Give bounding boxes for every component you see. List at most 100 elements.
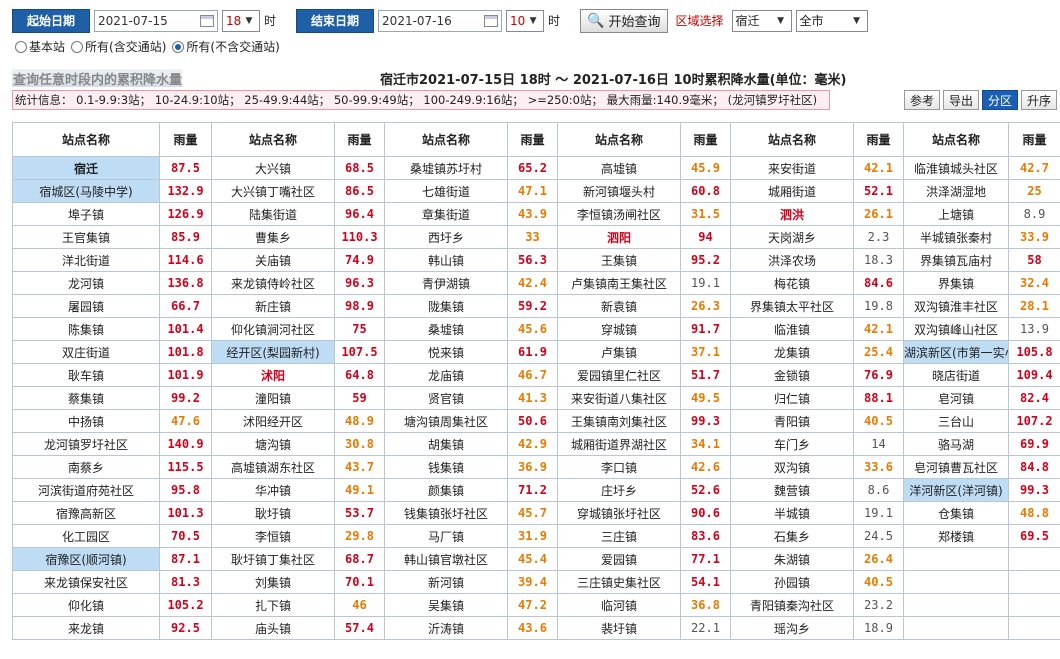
station-name-cell[interactable]: 临淮镇 xyxy=(730,317,854,341)
station-name-cell[interactable]: 章集街道 xyxy=(384,202,508,226)
station-name-cell[interactable]: 南蔡乡 xyxy=(12,455,160,479)
station-name-cell[interactable]: 三庄镇 xyxy=(557,524,681,548)
station-name-cell[interactable]: 孙园镇 xyxy=(730,570,854,594)
calendar-icon[interactable] xyxy=(484,14,499,27)
station-name-cell[interactable]: 庙头镇 xyxy=(211,616,335,640)
station-name-cell[interactable]: 穿城镇 xyxy=(557,317,681,341)
station-name-cell[interactable]: 裴圩镇 xyxy=(557,616,681,640)
zone-button[interactable]: 分区 xyxy=(981,90,1018,110)
station-name-cell[interactable]: 洪泽农场 xyxy=(730,248,854,272)
station-name-cell[interactable]: 化工园区 xyxy=(12,524,160,548)
station-name-cell[interactable]: 仰化镇 xyxy=(12,593,160,617)
station-name-cell[interactable]: 半城镇张秦村 xyxy=(903,225,1009,249)
station-name-cell[interactable]: 泗阳 xyxy=(557,225,681,249)
station-name-cell[interactable]: 双沟镇峰山社区 xyxy=(903,317,1009,341)
station-name-cell[interactable]: 归仁镇 xyxy=(730,386,854,410)
station-name-cell[interactable]: 钱集镇 xyxy=(384,455,508,479)
station-name-cell[interactable]: 皂河镇曹瓦社区 xyxy=(903,455,1009,479)
station-name-cell[interactable]: 卢集镇 xyxy=(557,340,681,364)
station-name-cell[interactable]: 胡集镇 xyxy=(384,432,508,456)
station-name-cell[interactable]: 陆集街道 xyxy=(211,202,335,226)
station-name-cell[interactable]: 梅花镇 xyxy=(730,271,854,295)
station-name-cell[interactable]: 曹集乡 xyxy=(211,225,335,249)
station-name-cell[interactable]: 蔡集镇 xyxy=(12,386,160,410)
station-name-cell[interactable]: 王官集镇 xyxy=(12,225,160,249)
station-name-cell[interactable]: 临河镇 xyxy=(557,593,681,617)
station-name-cell[interactable]: 西圩乡 xyxy=(384,225,508,249)
station-name-cell[interactable]: 双沟镇淮丰社区 xyxy=(903,294,1009,318)
station-name-cell[interactable]: 沂涛镇 xyxy=(384,616,508,640)
station-name-cell[interactable]: 宿城区(马陵中学) xyxy=(12,179,160,203)
station-name-cell[interactable]: 城厢街道 xyxy=(730,179,854,203)
station-name-cell[interactable]: 卢集镇南王集社区 xyxy=(557,271,681,295)
station-name-cell[interactable]: 车门乡 xyxy=(730,432,854,456)
station-name-cell[interactable]: 界集镇瓦庙村 xyxy=(903,248,1009,272)
station-name-cell[interactable]: 吴集镇 xyxy=(384,593,508,617)
station-name-cell[interactable]: 塘沟镇 xyxy=(211,432,335,456)
ascending-button[interactable]: 升序 xyxy=(1020,90,1057,110)
station-name-cell[interactable]: 贤官镇 xyxy=(384,386,508,410)
station-name-cell[interactable]: 仰化镇涧河社区 xyxy=(211,317,335,341)
station-name-cell[interactable]: 韩山镇官墩社区 xyxy=(384,547,508,571)
column-header-station[interactable]: 站点名称 xyxy=(557,122,681,157)
station-name-cell[interactable]: 朱湖镇 xyxy=(730,547,854,571)
start-date-input[interactable]: 2021-07-15 xyxy=(94,9,219,32)
station-name-cell[interactable]: 新河镇 xyxy=(384,570,508,594)
export-button[interactable]: 导出 xyxy=(942,90,979,110)
station-name-cell[interactable]: 庄圩乡 xyxy=(557,478,681,502)
station-name-cell[interactable]: 新庄镇 xyxy=(211,294,335,318)
station-name-cell[interactable]: 魏营镇 xyxy=(730,478,854,502)
station-name-cell[interactable]: 桑墟镇 xyxy=(384,317,508,341)
station-name-cell[interactable]: 爱园镇 xyxy=(557,547,681,571)
station-name-cell[interactable]: 洋河新区(洋河镇) xyxy=(903,478,1009,502)
station-name-cell[interactable]: 河滨街道府苑社区 xyxy=(12,478,160,502)
region-city-select[interactable]: 宿迁 ▼ xyxy=(731,9,792,32)
station-name-cell[interactable]: 宿迁 xyxy=(12,156,160,180)
column-header-station[interactable]: 站点名称 xyxy=(384,122,508,157)
station-name-cell[interactable]: 半城镇 xyxy=(730,501,854,525)
station-name-cell[interactable]: 洋北街道 xyxy=(12,248,160,272)
station-name-cell[interactable]: 颜集镇 xyxy=(384,478,508,502)
station-name-cell[interactable]: 来安街道八集社区 xyxy=(557,386,681,410)
station-name-cell[interactable]: 三台山 xyxy=(903,409,1009,433)
station-name-cell[interactable]: 骆马湖 xyxy=(903,432,1009,456)
station-name-cell[interactable]: 华冲镇 xyxy=(211,478,335,502)
station-name-cell[interactable]: 李恒镇汤闸社区 xyxy=(557,202,681,226)
station-name-cell[interactable]: 七雄街道 xyxy=(384,179,508,203)
station-name-cell[interactable]: 耿圩镇 xyxy=(211,501,335,525)
station-name-cell[interactable]: 新袁镇 xyxy=(557,294,681,318)
station-name-cell[interactable]: 穿城镇张圩社区 xyxy=(557,501,681,525)
station-name-cell[interactable]: 陇集镇 xyxy=(384,294,508,318)
station-name-cell[interactable]: 石集乡 xyxy=(730,524,854,548)
column-header-station[interactable]: 站点名称 xyxy=(730,122,854,157)
station-name-cell[interactable]: 界集镇太平社区 xyxy=(730,294,854,318)
station-name-cell[interactable]: 皂河镇 xyxy=(903,386,1009,410)
station-name-cell[interactable]: 龙庙镇 xyxy=(384,363,508,387)
station-name-cell[interactable]: 宿豫区(顺河镇) xyxy=(12,547,160,571)
station-name-cell[interactable]: 晓店街道 xyxy=(903,363,1009,387)
station-name-cell[interactable]: 桑墟镇苏圩村 xyxy=(384,156,508,180)
station-name-cell[interactable]: 来龙镇侍岭社区 xyxy=(211,271,335,295)
column-header-rainfall[interactable]: 雨量 xyxy=(680,122,731,157)
station-name-cell[interactable]: 双庄街道 xyxy=(12,340,160,364)
reference-button[interactable]: 参考 xyxy=(903,90,940,110)
station-name-cell[interactable]: 湖滨新区(市第一实小) xyxy=(903,340,1009,364)
station-name-cell[interactable]: 双沟镇 xyxy=(730,455,854,479)
station-name-cell[interactable]: 城厢街道界湖社区 xyxy=(557,432,681,456)
station-name-cell[interactable]: 天岗湖乡 xyxy=(730,225,854,249)
station-name-cell[interactable]: 陈集镇 xyxy=(12,317,160,341)
station-name-cell[interactable]: 临淮镇城头社区 xyxy=(903,156,1009,180)
station-name-cell[interactable]: 宿豫高新区 xyxy=(12,501,160,525)
station-name-cell[interactable]: 马厂镇 xyxy=(384,524,508,548)
column-header-station[interactable]: 站点名称 xyxy=(903,122,1009,157)
region-area-select[interactable]: 全市 ▼ xyxy=(795,9,868,32)
radio-all-no-traffic[interactable]: 所有(不含交通站) xyxy=(172,38,280,55)
station-name-cell[interactable]: 新河镇堰头村 xyxy=(557,179,681,203)
station-name-cell[interactable]: 郑楼镇 xyxy=(903,524,1009,548)
station-name-cell[interactable]: 关庙镇 xyxy=(211,248,335,272)
station-name-cell[interactable]: 龙河镇 xyxy=(12,271,160,295)
column-header-rainfall[interactable]: 雨量 xyxy=(334,122,385,157)
station-name-cell[interactable]: 高墟镇 xyxy=(557,156,681,180)
column-header-station[interactable]: 站点名称 xyxy=(12,122,160,157)
station-name-cell[interactable]: 龙河镇罗圩社区 xyxy=(12,432,160,456)
